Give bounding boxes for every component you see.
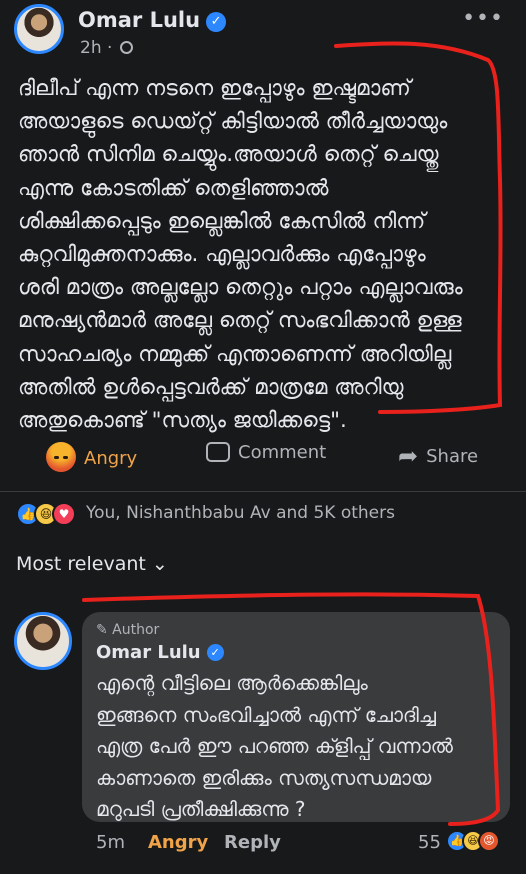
- comment-text-line: കാണാതെ ഇരിക്കും സത്യസന്ധമായ: [96, 765, 432, 790]
- share-label: Share: [426, 446, 479, 467]
- post-text-line: കുറ്റവിമുക്തനാക്കും. എല്ലാവർക്കും എപ്പോഴ…: [18, 241, 426, 267]
- post-time[interactable]: 2h: [80, 38, 102, 58]
- commenter-name[interactable]: Omar Lulu ✓: [96, 642, 224, 663]
- angry-face-icon: [46, 442, 76, 472]
- post-text-line: അതിൽ ഉൾപ്പെട്ടവർക്ക് മാത്രമേ അറിയു: [18, 374, 404, 400]
- share-arrow-icon: ➦: [398, 442, 419, 470]
- comment-reply-button[interactable]: Reply: [224, 832, 281, 853]
- post-action-bar: Angry Comment ➦ Share: [0, 432, 526, 480]
- comment-reaction-count[interactable]: 55: [418, 832, 441, 853]
- comment-text-line: എത്ര പേർ ഈ പറഞ്ഞ ക്ളിപ്പ് വന്നാൽ: [96, 734, 453, 758]
- commenter-name-text[interactable]: Omar Lulu: [96, 642, 201, 663]
- comment-sort-dropdown[interactable]: Most relevant ⌄: [16, 553, 168, 575]
- share-button[interactable]: ➦ Share: [398, 442, 478, 470]
- globe-icon: [119, 41, 133, 54]
- post-text-line: അയാളുടെ ഡെയ്റ്റ് കിട്ടിയാൽ തീർച്ചയായും: [18, 109, 448, 135]
- meta-separator: ·: [107, 38, 113, 58]
- post-author-name[interactable]: Omar Lulu ✓: [78, 8, 227, 32]
- divider: [0, 491, 526, 492]
- comment-text-line: ഇങ്ങനെ സംഭവിച്ചാൽ എന്ന് ചോദിച്ച: [96, 702, 436, 727]
- author-badge: ✎ Author: [96, 622, 160, 638]
- react-label: Angry: [84, 448, 138, 469]
- comment-reaction-icons[interactable]: 👍 😆 😡: [446, 830, 516, 856]
- comment-bubble-icon: [206, 442, 230, 462]
- post-text-line: മനുഷ്യൻമാർ അല്ലേ തെറ്റ് സംഭവിക്കാൻ ഉള്ള: [18, 308, 462, 334]
- angry-reaction-icon: 😡: [478, 830, 500, 852]
- post-text-line: എന്നു കോടതിക്ക് തെളിഞ്ഞാൽ: [18, 175, 329, 201]
- reactions-summary-text[interactable]: You, Nishanthbabu Av and 5K others: [86, 503, 395, 523]
- more-options-button[interactable]: •••: [462, 6, 504, 31]
- comment-footer: 5m Angry Reply 55 👍 😆 😡: [96, 830, 516, 860]
- verified-badge-icon: ✓: [206, 12, 227, 32]
- post-text-line: ശിക്ഷിക്കപ്പെടും ഇല്ലെങ്കിൽ കേസിൽ നിന്ന്: [18, 208, 426, 234]
- comment-text-line: എന്റെ വീട്ടിലെ ആർക്കെങ്കിലും: [96, 671, 368, 695]
- commenter-avatar[interactable]: [14, 612, 72, 670]
- post-text-line: ഞാൻ സിനിമ ചെയ്യും.അയാൾ തെറ്റ് ചെയ്തു: [18, 142, 439, 168]
- chevron-down-icon: ⌄: [151, 553, 168, 575]
- post-text-line: ദിലീപ് എന്ന നടനെ ഇപ്പോഴും ഇഷ്ടമാണ്: [18, 76, 411, 101]
- comment-bubble: ✎ Author Omar Lulu ✓ എന്റെ വീട്ടിലെ ആർക്ക…: [82, 612, 510, 822]
- verified-badge-icon: ✓: [206, 644, 224, 661]
- author-avatar[interactable]: [14, 4, 64, 54]
- love-reaction-icon: ♥: [52, 502, 76, 526]
- author-name-text[interactable]: Omar Lulu: [78, 8, 200, 32]
- comment-button[interactable]: Comment: [206, 442, 326, 463]
- facebook-post-screen: Omar Lulu ✓ 2h · ••• ദിലീപ് എന്ന നടനെ ഇപ്…: [0, 0, 526, 874]
- comment-text-line: മറുപടി പ്രതീക്ഷിക്കുന്നു ?: [96, 797, 306, 821]
- comment-label: Comment: [238, 442, 327, 463]
- post-text-line: ശരി മാത്രം അല്ലല്ലോ തെറ്റും പറ്റാം എല്ലാ…: [18, 275, 463, 301]
- post-header: Omar Lulu ✓ 2h · •••: [14, 4, 514, 58]
- post-meta: 2h ·: [80, 38, 133, 58]
- post-text-line: സാഹചര്യം നമ്മുക്ക് എന്താണെന്ന് അറിയില്ല: [18, 341, 452, 367]
- react-button[interactable]: Angry: [46, 442, 137, 472]
- post-text: ദിലീപ് എന്ന നടനെ ഇപ്പോഴും ഇഷ്ടമാണ് അയാളു…: [18, 72, 492, 437]
- comment-time[interactable]: 5m: [96, 832, 125, 853]
- comment-text: എന്റെ വീട്ടിലെ ആർക്കെങ്കിലും ഇങ്ങനെ സംഭവ…: [96, 668, 500, 826]
- comment-react-button[interactable]: Angry: [148, 832, 208, 853]
- sort-label: Most relevant: [16, 553, 146, 575]
